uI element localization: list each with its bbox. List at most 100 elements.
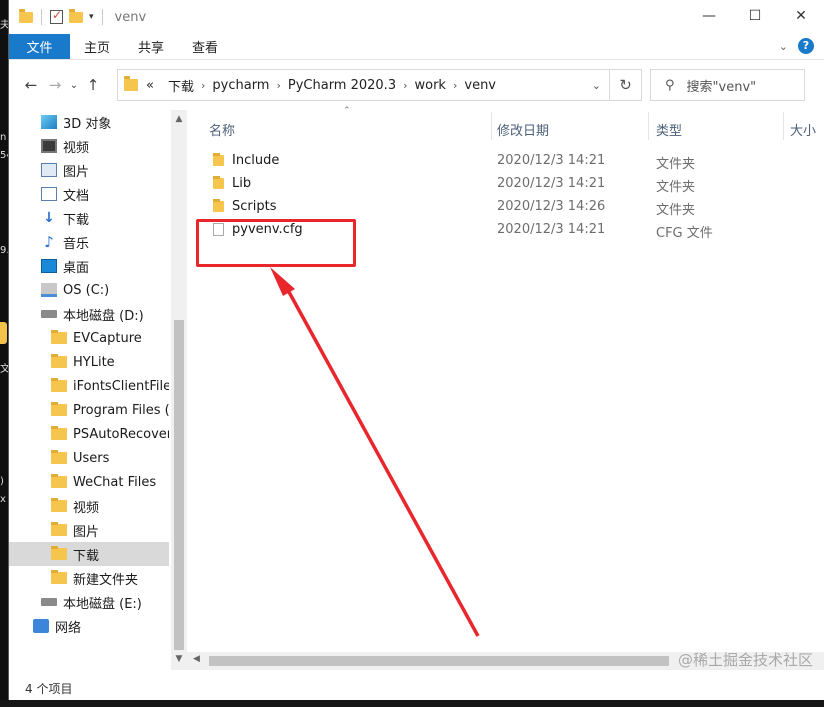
sidebar-item[interactable]: 3D 对象	[9, 110, 169, 134]
3d-objects-icon	[41, 115, 57, 129]
sidebar-item[interactable]: 图片	[9, 518, 169, 542]
tab-share[interactable]: 共享	[124, 34, 178, 59]
window-edge	[0, 700, 824, 707]
sidebar-item[interactable]: iFontsClientFileC	[9, 374, 169, 398]
explorer-window: ▾ venv — ☐ ✕ 文件 主页 共享 查看 ⌄ ? ← → ⌄ ↑ « 下…	[8, 0, 824, 700]
up-button[interactable]: ↑	[81, 76, 105, 94]
customize-toolbar-icon[interactable]: ▾	[89, 12, 94, 22]
tab-file[interactable]: 文件	[9, 34, 70, 59]
breadcrumb-segment[interactable]: work	[415, 78, 446, 93]
folder-icon	[51, 354, 67, 368]
scroll-left-icon[interactable]: ◀	[193, 654, 200, 664]
item-count: 4 个项目	[25, 681, 73, 696]
sidebar-item-label: 3D 对象	[63, 116, 112, 132]
folder-icon	[19, 8, 33, 23]
video-icon	[41, 139, 57, 153]
sidebar-item-label: 网络	[55, 620, 82, 636]
close-button[interactable]: ✕	[778, 0, 824, 32]
scroll-up-icon[interactable]: ▲	[171, 114, 187, 124]
network-icon	[33, 619, 49, 633]
search-icon: ⚲	[665, 77, 675, 93]
folder-icon	[51, 402, 67, 416]
sidebar-item-label: 本地磁盘 (E:)	[63, 596, 142, 612]
drive-icon	[41, 598, 57, 606]
forward-button[interactable]: →	[43, 76, 67, 94]
desktop-text: )	[0, 476, 4, 487]
sidebar-item[interactable]: HYLite	[9, 350, 169, 374]
sidebar-item[interactable]: 本地磁盘 (E:)	[9, 590, 169, 614]
sidebar-item[interactable]: 视频	[9, 494, 169, 518]
downloads-icon: ↓	[43, 210, 55, 226]
sidebar-item[interactable]: 图片	[9, 158, 169, 182]
scrollbar-thumb[interactable]	[209, 656, 669, 666]
folder-icon	[51, 522, 67, 536]
sidebar-item[interactable]: ↓ 下载	[9, 206, 169, 230]
scroll-down-icon[interactable]: ▼	[171, 654, 187, 664]
breadcrumb-separator[interactable]: ›	[403, 79, 407, 92]
sidebar-item-label: OS (C:)	[63, 282, 110, 298]
os-drive-icon	[41, 283, 57, 297]
sidebar-item[interactable]: PSAutoRecover	[9, 422, 169, 446]
desktop-icon-partial	[0, 322, 7, 344]
search-input[interactable]: ⚲ 搜索"venv"	[650, 69, 805, 101]
window-title: venv	[114, 9, 147, 25]
folder-icon	[51, 426, 67, 440]
minimize-button[interactable]: —	[686, 0, 732, 32]
tab-view[interactable]: 查看	[178, 34, 232, 59]
properties-icon[interactable]	[50, 8, 63, 24]
main-content: 3D 对象 视频 图片 文档 ↓ 下载 ♪ 音乐 桌面 OS (C:) 本地磁盘 (D:) EVCap…	[9, 106, 824, 670]
desktop-edge: 夫 n 54 9. 文 ) x	[0, 0, 13, 707]
breadcrumb-segment[interactable]: pycharm	[212, 78, 269, 93]
annotation-arrow	[270, 267, 480, 637]
folder-icon	[51, 450, 67, 464]
sidebar-item-label: WeChat Files	[73, 474, 157, 490]
back-button[interactable]: ←	[19, 76, 43, 94]
sidebar-item-label: 下载	[63, 212, 90, 228]
sidebar-item[interactable]: Users	[9, 446, 169, 470]
address-overflow[interactable]: «	[146, 78, 154, 93]
sidebar-item-label: 文档	[63, 188, 90, 204]
address-bar[interactable]: « 下载 › pycharm › PyCharm 2020.3 › work ›…	[117, 69, 642, 101]
sidebar-item[interactable]: Program Files (x	[9, 398, 169, 422]
sidebar-list: 3D 对象 视频 图片 文档 ↓ 下载 ♪ 音乐 桌面 OS (C:) 本地磁盘 (D:) EVCap…	[9, 110, 169, 638]
quick-access-toolbar: ▾	[19, 8, 105, 25]
sidebar-item[interactable]: 网络	[9, 614, 169, 638]
new-folder-icon[interactable]	[69, 8, 83, 23]
sidebar-item-label: 音乐	[63, 236, 90, 252]
sidebar-scrollbar[interactable]: ▲ ▼	[171, 110, 187, 670]
title-bar: ▾ venv — ☐ ✕	[9, 0, 824, 34]
navigation-pane: 3D 对象 视频 图片 文档 ↓ 下载 ♪ 音乐 桌面 OS (C:) 本地磁盘 (D:) EVCap…	[9, 110, 187, 670]
maximize-button[interactable]: ☐	[732, 0, 778, 32]
breadcrumb-separator[interactable]: ›	[453, 79, 457, 92]
sidebar-item[interactable]: OS (C:)	[9, 278, 169, 302]
navigation-bar: ← → ⌄ ↑ « 下载 › pycharm › PyCharm 2020.3 …	[9, 60, 824, 110]
sidebar-item[interactable]: 文档	[9, 182, 169, 206]
folder-icon	[124, 76, 138, 91]
folder-icon	[51, 330, 67, 344]
sidebar-item[interactable]: 下载	[9, 542, 169, 566]
scrollbar-thumb[interactable]	[174, 320, 184, 650]
tab-home[interactable]: 主页	[70, 34, 124, 59]
sidebar-item[interactable]: 本地磁盘 (D:)	[9, 302, 169, 326]
sidebar-item[interactable]: WeChat Files	[9, 470, 169, 494]
sidebar-item[interactable]: 视频	[9, 134, 169, 158]
sidebar-item-label: 视频	[73, 500, 100, 516]
sidebar-item[interactable]: 桌面	[9, 254, 169, 278]
refresh-button[interactable]: ↻	[609, 70, 641, 100]
expand-ribbon-icon[interactable]: ⌄	[779, 40, 788, 53]
address-dropdown-icon[interactable]: ⌄	[592, 79, 601, 92]
breadcrumb-separator[interactable]: ›	[276, 79, 280, 92]
sidebar-item[interactable]: EVCapture	[9, 326, 169, 350]
breadcrumb-segment[interactable]: 下载	[168, 76, 194, 95]
sidebar-item[interactable]: ♪ 音乐	[9, 230, 169, 254]
breadcrumb-segment[interactable]: PyCharm 2020.3	[288, 78, 396, 93]
folder-icon	[51, 474, 67, 488]
divider	[41, 9, 42, 25]
breadcrumb-segment[interactable]: venv	[464, 78, 496, 93]
breadcrumb-separator[interactable]: ›	[201, 79, 205, 92]
help-icon[interactable]: ?	[798, 38, 814, 54]
desktop-icon	[41, 259, 57, 273]
sidebar-item[interactable]: 新建文件夹	[9, 566, 169, 590]
recent-locations-icon[interactable]: ⌄	[67, 80, 81, 91]
documents-icon	[41, 187, 57, 201]
